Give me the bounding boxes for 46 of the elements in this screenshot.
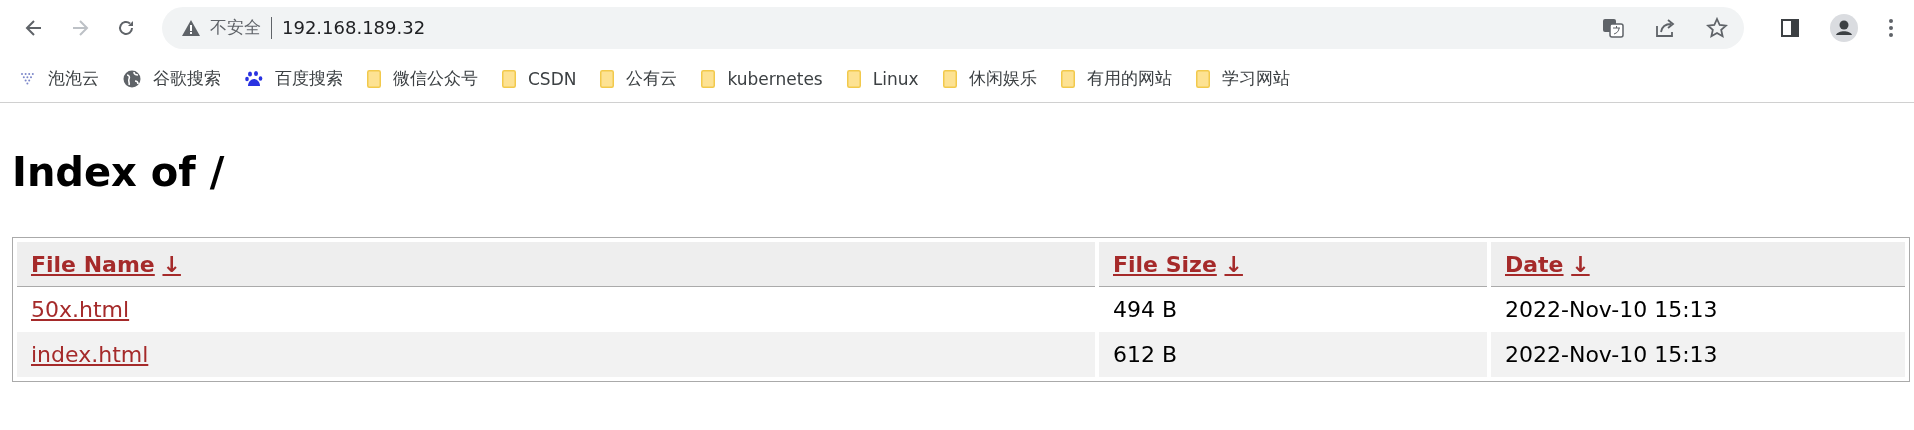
back-icon[interactable] [24, 17, 44, 38]
file-link[interactable]: 50x.html [31, 297, 130, 322]
bookmark-link[interactable]: 休闲娱乐 [968, 67, 1037, 90]
share-icon[interactable] [1654, 16, 1676, 39]
address-bar[interactable]: 不安全 192.168.189.32 [162, 6, 1744, 49]
security-label: 不安全 [210, 16, 261, 39]
folder-icon [1195, 69, 1210, 88]
folder-icon [1060, 69, 1075, 88]
translate-icon[interactable] [1602, 16, 1624, 39]
globe-icon [123, 69, 141, 88]
sort-arrow-link[interactable]: ↓ [1571, 251, 1590, 277]
file-date: 2022-Nov-10 15:13 [1505, 342, 1718, 367]
star-icon[interactable] [1706, 16, 1728, 39]
bookmark-link[interactable]: 泡泡云 [48, 67, 99, 90]
bookmark-link[interactable]: CSDN [528, 68, 577, 89]
folder-icon [367, 69, 381, 88]
folder-icon [502, 69, 516, 88]
menu-icon[interactable] [1888, 17, 1894, 38]
column-sort-link[interactable]: Date [1505, 251, 1564, 277]
page-heading: Index of / [12, 149, 226, 195]
bookmark-link[interactable]: 公有云 [626, 67, 678, 90]
sort-arrow-link[interactable]: ↓ [162, 251, 181, 277]
bookmark-link[interactable]: 百度搜索 [275, 67, 343, 90]
bookmark-link[interactable]: 有用的网站 [1086, 67, 1172, 90]
column-sort-link[interactable]: File Size [1113, 251, 1217, 277]
sort-arrow-link[interactable]: ↓ [1224, 251, 1243, 277]
file-date: 2022-Nov-10 15:13 [1505, 297, 1718, 322]
dots-icon [20, 70, 36, 87]
warning-icon [182, 19, 200, 36]
bookmark-link[interactable]: 微信公众号 [393, 67, 478, 90]
paw-icon [245, 69, 263, 88]
side-panel-icon[interactable] [1780, 17, 1800, 38]
url-text: 192.168.189.32 [282, 17, 426, 38]
file-size: 612 B [1113, 342, 1178, 367]
folder-icon [846, 69, 861, 88]
profile-avatar[interactable] [1830, 13, 1858, 42]
bookmark-link[interactable]: 谷歌搜索 [153, 67, 221, 90]
file-link[interactable]: index.html [31, 342, 149, 367]
bookmark-link[interactable]: kubernetes [727, 68, 823, 89]
folder-icon [600, 69, 615, 88]
folder-icon [701, 69, 716, 88]
folder-icon [942, 69, 957, 88]
column-sort-link[interactable]: File Name [31, 251, 155, 277]
bookmark-link[interactable]: Linux [872, 68, 919, 89]
file-size: 494 B [1113, 297, 1178, 322]
bookmark-link[interactable]: 学习网站 [1221, 67, 1290, 90]
